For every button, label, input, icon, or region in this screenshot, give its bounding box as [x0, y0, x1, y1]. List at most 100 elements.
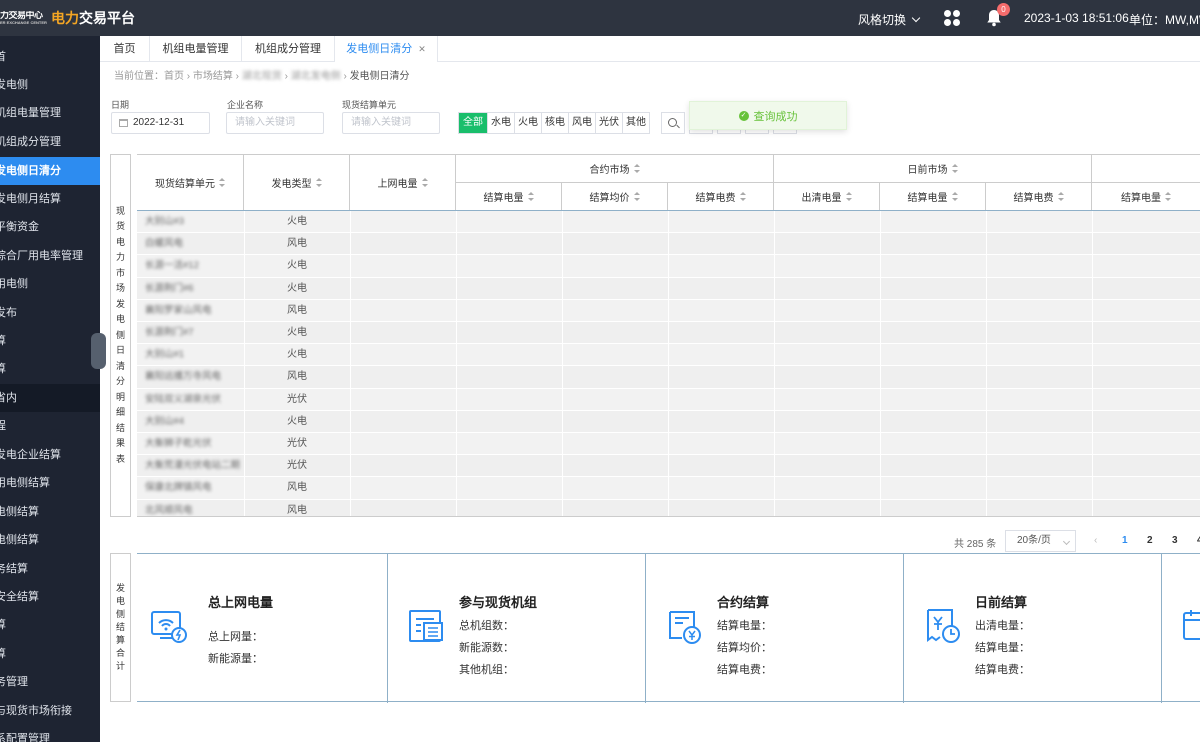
sidebar-item[interactable]: 算 — [0, 327, 100, 355]
sidebar-item[interactable]: 发电侧 — [0, 71, 100, 99]
company-search-input[interactable]: 请输入关键词 — [226, 112, 324, 134]
sidebar-item[interactable]: 电侧结算 — [0, 526, 100, 554]
settlement-unit-input[interactable]: 请输入关键词 — [342, 112, 440, 134]
sidebar-item[interactable]: 安全结算 — [0, 583, 100, 611]
sidebar-item-label: 算 — [0, 363, 6, 375]
search-button[interactable] — [661, 112, 685, 134]
type-option-all[interactable]: 全部 — [459, 113, 488, 133]
sidebar-collapse-handle[interactable] — [91, 333, 106, 369]
page-2[interactable]: 2 — [1147, 535, 1153, 546]
type-option-other[interactable]: 其他 — [623, 113, 649, 133]
sidebar-item[interactable]: 电侧结算 — [0, 498, 100, 526]
sort-icon — [951, 192, 958, 201]
cell-type: 风电 — [287, 504, 307, 516]
tab-bar: 首页 机组电量管理 机组成分管理 发电侧日清分 ✕ — [100, 36, 1200, 62]
summary-card-dayahead: 日前结算 出清电量： 结算电量： 结算电费： — [904, 554, 1162, 703]
app-title: 电力交易平台 — [51, 10, 135, 26]
sidebar-item[interactable]: 机组电量管理 — [0, 99, 100, 127]
col-header-contract-fee[interactable]: 结算电费 — [668, 183, 774, 210]
col-header-dayahead-clear[interactable]: 出清电量 — [774, 183, 880, 210]
apps-icon[interactable] — [944, 10, 960, 26]
sidebar-item-label: 发布 — [0, 307, 17, 319]
cell-unit: 长源一活#12 — [145, 260, 199, 272]
card-line: 结算电费： — [717, 664, 772, 676]
cell-type: 风电 — [287, 371, 307, 383]
table-side-title: 现货电力市场发电侧日清分明细结果表 — [110, 154, 131, 517]
type-option-wind[interactable]: 风电 — [569, 113, 596, 133]
col-header-type[interactable]: 发电类型 — [244, 155, 350, 210]
sidebar-item[interactable]: 机组成分管理 — [0, 128, 100, 156]
close-icon[interactable]: ✕ — [418, 44, 426, 54]
sidebar-item[interactable]: 程 — [0, 412, 100, 440]
table-side-title-char: 电 — [115, 236, 125, 247]
sidebar-item[interactable]: 发电企业结算 — [0, 441, 100, 469]
sidebar: 首发电侧 机组电量管理 机组成分管理 发电侧日清分发电侧月结算 平衡资金综合厂用电率管理… — [0, 36, 100, 742]
sidebar-item-label: 平衡资金 — [0, 221, 39, 233]
group-header-dayahead[interactable]: 日前市场 — [774, 155, 1092, 182]
col-header-grid-energy[interactable]: 上网电量 — [350, 155, 456, 210]
tab-daily-clearing[interactable]: 发电侧日清分 ✕ — [335, 36, 438, 62]
col-header-contract-energy[interactable]: 结算电量 — [456, 183, 562, 210]
sidebar-item[interactable]: 算 — [0, 355, 100, 383]
cell-unit: 白螺风电 — [145, 238, 184, 250]
sidebar-item[interactable]: 发电侧日清分 — [0, 157, 100, 185]
sidebar-item-label: 省内 — [0, 392, 17, 404]
breadcrumb-item[interactable]: 湖北现货 — [242, 71, 282, 82]
col-header-dayahead-fee[interactable]: 结算电费 — [986, 183, 1092, 210]
page-3[interactable]: 3 — [1172, 535, 1178, 546]
table-side-title-char: 场 — [115, 283, 125, 294]
card-line: 结算均价： — [717, 642, 772, 654]
sidebar-item[interactable]: 系配置管理 — [0, 725, 100, 742]
sidebar-item[interactable]: 与现货市场衔接 — [0, 697, 100, 725]
sidebar-item[interactable]: 平衡资金 — [0, 213, 100, 241]
group-header-contract[interactable]: 合约市场 — [456, 155, 774, 182]
total-count: 共 285 条 — [954, 539, 997, 550]
col-header-contract-price[interactable]: 结算均价 — [562, 183, 668, 210]
sidebar-item[interactable]: 综合厂用电率管理 — [0, 242, 100, 270]
sidebar-item-label: 发电侧月结算 — [0, 193, 61, 205]
sidebar-item[interactable]: 首 — [0, 43, 100, 71]
table-side-title-char: 货 — [115, 221, 125, 232]
summary-card-next — [1162, 554, 1200, 703]
breadcrumb-item[interactable]: 湖北发电侧 — [291, 71, 341, 82]
sidebar-item[interactable]: 省内 — [0, 384, 100, 412]
cell-unit: 大别山#4 — [145, 415, 185, 427]
col-header-dayahead-energy[interactable]: 结算电量 — [880, 183, 986, 210]
table-side-title-char: 市 — [115, 267, 125, 278]
sidebar-item[interactable]: 发电侧月结算 — [0, 185, 100, 213]
card-title: 总上网电量 — [208, 595, 274, 610]
tab-home[interactable]: 首页 — [100, 36, 150, 62]
type-option-hydro[interactable]: 水电 — [488, 113, 515, 133]
col-header-next-energy[interactable]: 结算电量 — [1092, 183, 1200, 210]
chevron-down-icon — [911, 13, 921, 22]
cell-type: 风电 — [287, 482, 307, 494]
sidebar-item[interactable]: 算 — [0, 611, 100, 639]
breadcrumb-home[interactable]: 首页 — [164, 71, 184, 82]
cell-type: 光伏 — [287, 460, 307, 472]
page-1[interactable]: 1 — [1122, 535, 1128, 546]
unit-label: 单位：MW,MW — [1129, 13, 1200, 27]
col-header-unit[interactable]: 现货结算单元 — [137, 155, 244, 210]
sidebar-item[interactable]: 务结算 — [0, 555, 100, 583]
type-option-nuclear[interactable]: 核电 — [542, 113, 569, 133]
tab-unit-energy[interactable]: 机组电量管理 — [150, 36, 242, 62]
prev-page-button[interactable]: ‹ — [1094, 535, 1097, 546]
sidebar-item[interactable]: 务管理 — [0, 668, 100, 696]
sidebar-item[interactable]: 算 — [0, 640, 100, 668]
card-title: 合约结算 — [717, 595, 770, 610]
sidebar-item-label: 务结算 — [0, 563, 28, 575]
sidebar-item[interactable]: 发布 — [0, 299, 100, 327]
sort-icon — [845, 192, 852, 201]
tab-unit-composition[interactable]: 机组成分管理 — [242, 36, 335, 62]
card-line: 新能源量： — [208, 653, 263, 665]
sidebar-item[interactable]: 用电侧结算 — [0, 469, 100, 497]
type-option-solar[interactable]: 光伏 — [596, 113, 623, 133]
logo-mark: 力交易中心 ER EXCHANGE CENTER — [0, 11, 47, 25]
table-side-title-char: 分 — [115, 376, 125, 387]
cell-unit: 大衡狮子乾光伏 — [145, 438, 212, 449]
type-option-thermal[interactable]: 火电 — [515, 113, 542, 133]
breadcrumb-item[interactable]: 市场结算 — [193, 71, 233, 82]
style-switch-dropdown[interactable]: 风格切换 — [858, 11, 921, 28]
clearing-table: 现货结算单元 发电类型 上网电量 合约市场 日前市场 结算电量 结算均价 结算电… — [137, 154, 1200, 517]
sidebar-item[interactable]: 用电侧 — [0, 270, 100, 298]
